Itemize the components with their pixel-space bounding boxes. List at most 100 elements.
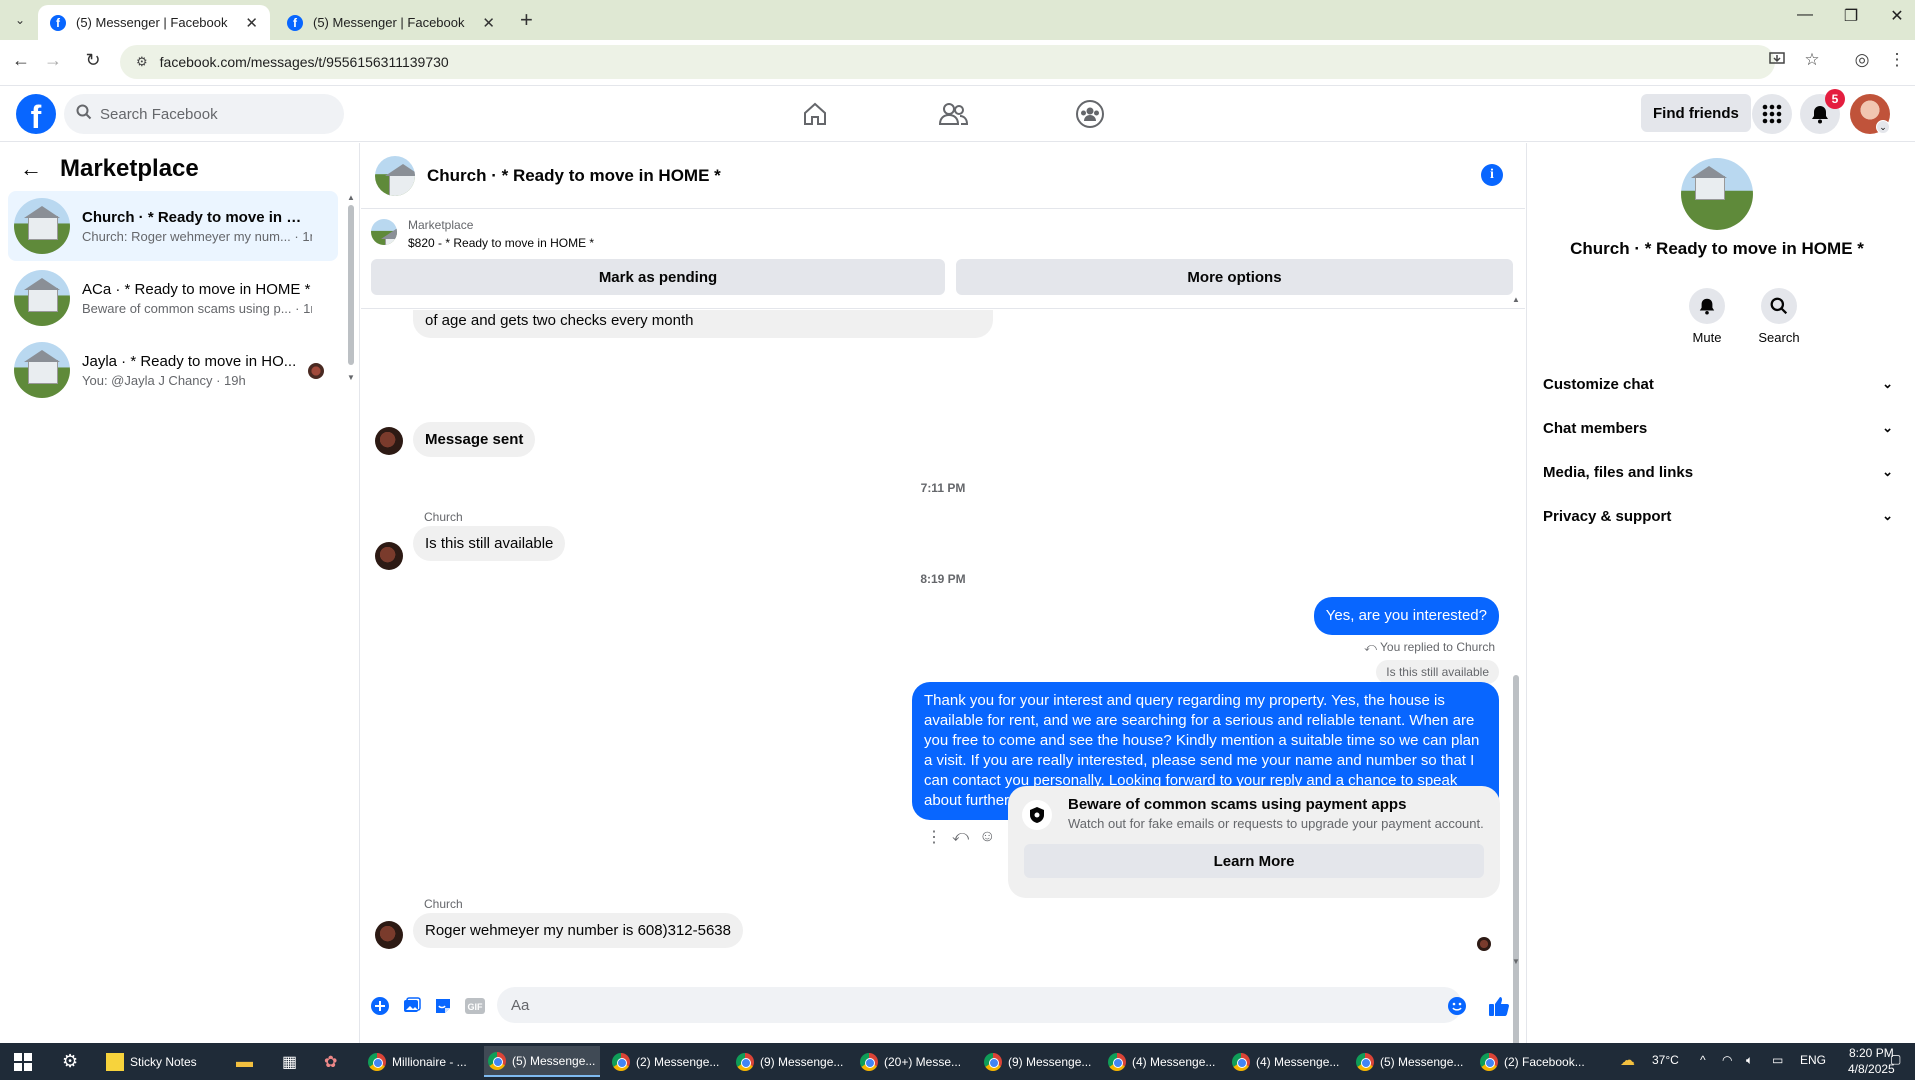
conversation-item-church[interactable]: Church · * Ready to move in HO... Church… (8, 191, 338, 261)
weather-icon[interactable]: ☁ (1620, 1051, 1635, 1069)
listing-avatar[interactable] (1681, 158, 1753, 230)
browser-tab[interactable]: f (5) Messenger | Facebook ✕ (275, 5, 507, 40)
account-chevron-icon[interactable]: ⌄ (1876, 120, 1890, 134)
new-tab-icon[interactable]: + (520, 7, 533, 33)
photo-icon[interactable] (401, 995, 423, 1017)
taskbar-chrome-window[interactable]: (4) Messenge... (1228, 1046, 1344, 1077)
chat-listing-avatar[interactable] (375, 155, 415, 196)
calculator-icon[interactable]: ▦ (278, 1046, 297, 1077)
conversation-item-aca[interactable]: ACa · * Ready to move in HOME * Beware o… (8, 263, 338, 333)
account-icon[interactable]: ◎ (1850, 50, 1874, 70)
url-text: facebook.com/messages/t/9556156311139730 (159, 54, 449, 70)
taskbar-chrome-window[interactable]: (2) Messenge... (608, 1046, 724, 1077)
chat-title[interactable]: Church · * Ready to move in HOME * (427, 166, 721, 186)
clock-date: 4/8/2025 (1848, 1062, 1895, 1076)
facebook-search-box[interactable] (64, 94, 344, 134)
section-label: Customize chat (1543, 375, 1654, 393)
taskbar-chrome-window[interactable]: Millionaire - ... (364, 1046, 474, 1077)
svg-text:GIF: GIF (468, 1002, 484, 1012)
taskbar-label: (4) Messenge... (1256, 1054, 1340, 1069)
taskbar-chrome-window[interactable]: (20+) Messe... (856, 1046, 972, 1077)
taskbar-label: (2) Messenge... (636, 1054, 720, 1069)
sender-avatar[interactable] (375, 921, 403, 949)
settings-gear-icon[interactable]: ⚙ (58, 1046, 78, 1077)
weather-temp[interactable]: 37°C (1652, 1053, 1679, 1067)
site-info-icon[interactable]: ⚙ (136, 54, 148, 70)
restore-icon[interactable]: ❐ (1836, 6, 1866, 26)
browser-tab-active[interactable]: f (5) Messenger | Facebook ✕ (38, 5, 270, 40)
file-explorer-icon[interactable]: ▬ (232, 1046, 253, 1077)
sidebar-title: Marketplace (60, 155, 199, 182)
taskbar-chrome-window-active[interactable]: (5) Messenge... (484, 1046, 600, 1077)
forward-icon[interactable]: → (40, 50, 66, 71)
taskbar-label: (9) Messenge... (1008, 1054, 1092, 1069)
mark-as-pending-button[interactable]: Mark as pending (371, 259, 945, 295)
friends-icon[interactable] (923, 96, 983, 132)
facebook-logo-icon[interactable]: f (16, 94, 56, 134)
plus-icon[interactable] (369, 995, 391, 1017)
message-input[interactable] (497, 987, 1462, 1023)
taskbar-chrome-window[interactable]: (9) Messenge... (980, 1046, 1096, 1077)
find-friends-button[interactable]: Find friends (1641, 94, 1751, 132)
conversation-item-jayla[interactable]: Jayla · * Ready to move in HO... You: @J… (8, 335, 338, 405)
more-options-button[interactable]: More options (956, 259, 1513, 295)
address-bar[interactable]: ⚙ facebook.com/messages/t/95561563111397… (120, 45, 1775, 79)
taskbar-chrome-window[interactable]: (9) Messenge... (732, 1046, 848, 1077)
network-icon[interactable]: ◠ (1722, 1053, 1732, 1067)
conversation-title: Church · * Ready to move in HOME * (1570, 239, 1864, 258)
privacy-support-section[interactable]: Privacy & support ⌄ (1543, 498, 1893, 534)
menu-grid-icon[interactable] (1752, 94, 1792, 134)
home-icon[interactable] (785, 96, 845, 132)
back-icon[interactable]: ← (8, 50, 34, 71)
show-hidden-icons-icon[interactable]: ^ (1700, 1053, 1706, 1067)
tab-close-icon[interactable]: ✕ (482, 14, 495, 32)
listing-thumbnail[interactable] (371, 219, 397, 245)
react-emoji-icon[interactable]: ☺ (979, 828, 995, 846)
more-actions-icon[interactable]: ⋮ (926, 827, 942, 847)
taskbar-chrome-window[interactable]: (4) Messenge... (1104, 1046, 1220, 1077)
taskbar-chrome-window[interactable]: (2) Facebook... (1476, 1046, 1592, 1077)
sidebar-scrollbar[interactable]: ▲ ▼ (347, 193, 355, 383)
back-arrow-icon[interactable]: ← (20, 156, 42, 182)
groups-icon[interactable] (1060, 96, 1120, 132)
conversation-info-icon[interactable]: i (1481, 164, 1503, 186)
bookmark-star-icon[interactable]: ☆ (1800, 50, 1824, 70)
search-in-conversation-button[interactable]: Search (1749, 288, 1809, 345)
volume-icon[interactable]: 🔈︎ (1746, 1053, 1753, 1068)
like-thumbs-up-icon[interactable] (1488, 995, 1510, 1017)
app-icon[interactable]: ✿ (320, 1046, 337, 1077)
taskbar-sticky-notes[interactable]: Sticky Notes (102, 1046, 198, 1077)
media-files-links-section[interactable]: Media, files and links ⌄ (1543, 454, 1893, 490)
seen-by-avatar (1477, 937, 1491, 951)
system-clock[interactable]: 8:20 PM 4/8/2025 (1848, 1045, 1895, 1077)
chat-scrollbar[interactable]: ▲ ▼ (1511, 295, 1521, 1080)
minimize-icon[interactable]: — (1790, 6, 1820, 24)
tab-close-icon[interactable]: ✕ (245, 14, 258, 32)
install-app-icon[interactable] (1766, 50, 1788, 73)
input-language[interactable]: ENG (1800, 1053, 1826, 1067)
emoji-icon[interactable] (1446, 995, 1468, 1017)
sticker-icon[interactable] (432, 995, 454, 1017)
battery-icon[interactable]: ▭ (1772, 1053, 1783, 1067)
facebook-search-input[interactable] (100, 105, 320, 123)
chat-members-section[interactable]: Chat members ⌄ (1543, 410, 1893, 446)
reload-icon[interactable]: ↻ (80, 50, 106, 71)
notification-center-icon[interactable]: ▢ (1890, 1052, 1901, 1066)
gif-icon[interactable]: GIF (464, 995, 486, 1017)
customize-chat-section[interactable]: Customize chat ⌄ (1543, 366, 1893, 402)
sender-avatar[interactable] (375, 427, 403, 455)
quoted-message[interactable]: Is this still available (1376, 660, 1499, 684)
start-windows-icon[interactable] (10, 1046, 32, 1077)
mute-button[interactable]: Mute (1677, 288, 1737, 345)
listing-title[interactable]: $820 - * Ready to move in HOME * (408, 236, 594, 250)
shield-icon (1022, 800, 1052, 830)
close-window-icon[interactable]: ✕ (1882, 6, 1912, 26)
learn-more-button[interactable]: Learn More (1024, 844, 1484, 878)
sender-avatar[interactable] (375, 542, 403, 570)
reply-icon[interactable]: ⤺ (952, 828, 969, 846)
browser-menu-icon[interactable]: ⋮ (1885, 50, 1909, 70)
tab-search-icon[interactable]: ⌄ (10, 10, 30, 30)
conversation-details-panel: Church · * Ready to move in HOME * Mute … (1526, 143, 1915, 1043)
chrome-icon (1108, 1052, 1126, 1071)
taskbar-chrome-window[interactable]: (5) Messenge... (1352, 1046, 1468, 1077)
